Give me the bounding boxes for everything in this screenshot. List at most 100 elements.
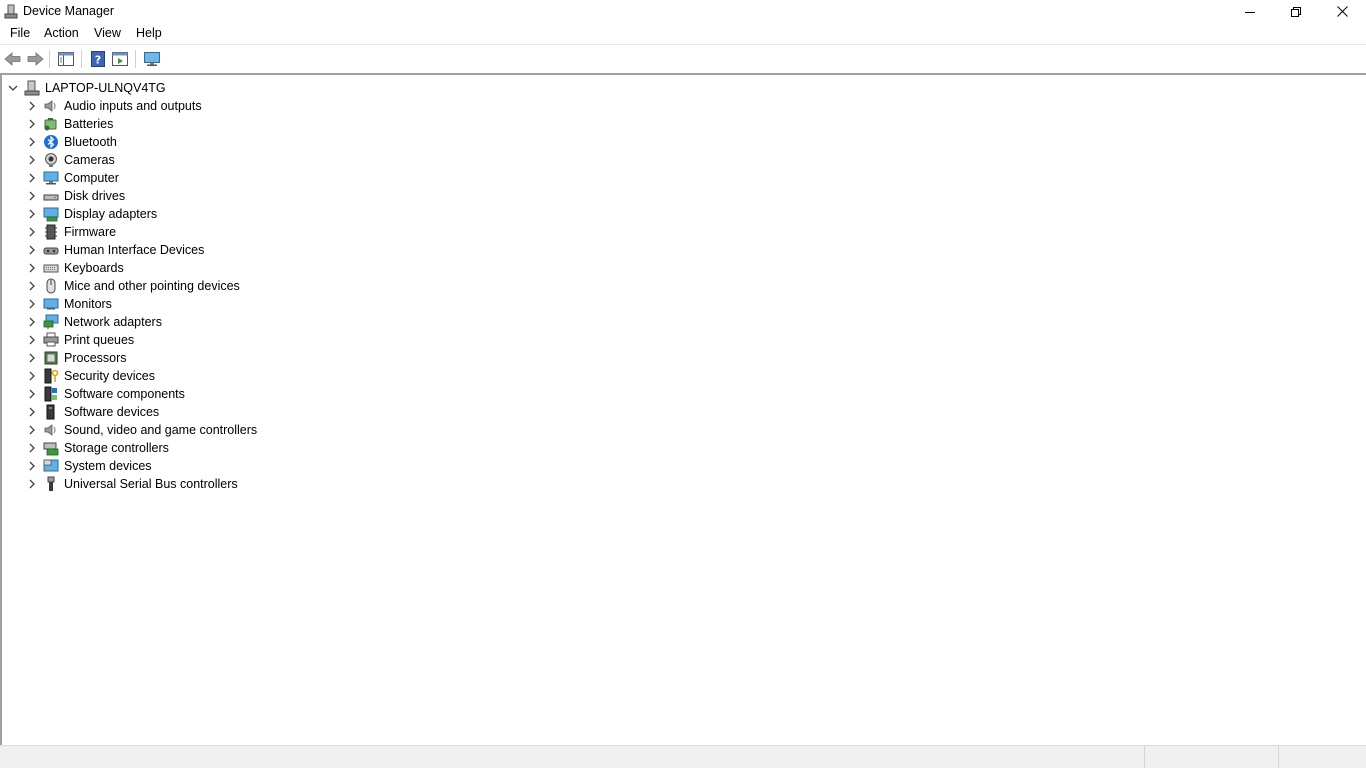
chevron-right-icon[interactable] xyxy=(26,316,38,328)
tree-category-node[interactable]: Computer xyxy=(26,169,119,187)
chevron-right-icon[interactable] xyxy=(26,388,38,400)
computer-icon xyxy=(43,170,59,186)
hid-icon xyxy=(43,242,59,258)
battery-icon xyxy=(43,116,59,132)
chevron-right-icon[interactable] xyxy=(26,460,38,472)
tree-category-node[interactable]: Keyboards xyxy=(26,259,124,277)
bluetooth-icon xyxy=(43,134,59,150)
storage-controller-icon xyxy=(43,440,59,456)
menu-action[interactable]: Action xyxy=(43,26,80,40)
chevron-right-icon[interactable] xyxy=(26,298,38,310)
tree-category-node[interactable]: Print queues xyxy=(26,331,134,349)
tree-category-node[interactable]: Network adapters xyxy=(26,313,162,331)
menu-file[interactable]: File xyxy=(9,26,31,40)
tree-category-node[interactable]: Software devices xyxy=(26,403,159,421)
monitor-icon xyxy=(43,296,59,312)
chevron-right-icon[interactable] xyxy=(26,136,38,148)
keyboard-icon xyxy=(43,260,59,276)
chevron-right-icon[interactable] xyxy=(26,154,38,166)
restore-button[interactable] xyxy=(1273,0,1319,23)
tree-category-node[interactable]: Audio inputs and outputs xyxy=(26,97,202,115)
chevron-right-icon[interactable] xyxy=(26,100,38,112)
tree-category-node[interactable]: Sound, video and game controllers xyxy=(26,421,257,439)
tree-category-label: Print queues xyxy=(64,333,135,347)
chevron-right-icon[interactable] xyxy=(26,406,38,418)
show-hide-console-tree-icon xyxy=(58,52,74,66)
tree-category-node[interactable]: Monitors xyxy=(26,295,112,313)
chevron-right-icon[interactable] xyxy=(26,280,38,292)
tree-category-node[interactable]: Firmware xyxy=(26,223,116,241)
chevron-right-icon[interactable] xyxy=(26,424,38,436)
properties-button[interactable] xyxy=(110,49,130,69)
chevron-right-icon[interactable] xyxy=(26,352,38,364)
chevron-right-icon[interactable] xyxy=(26,334,38,346)
help-button[interactable]: ? xyxy=(88,49,108,69)
tree-category-label: Security devices xyxy=(64,369,156,383)
device-tree: LAPTOP-ULNQV4TG Audio inputs and outputs… xyxy=(0,73,1366,745)
tree-category-node[interactable]: Storage controllers xyxy=(26,439,169,457)
status-separator xyxy=(1144,746,1145,768)
software-component-icon xyxy=(43,386,59,402)
chevron-right-icon[interactable] xyxy=(26,118,38,130)
tree-root-node[interactable]: LAPTOP-ULNQV4TG xyxy=(7,79,166,97)
display-adapter-icon xyxy=(43,206,59,222)
help-icon: ? xyxy=(91,51,105,67)
show-hide-console-tree-button[interactable] xyxy=(56,49,76,69)
tree-category-label: Mice and other pointing devices xyxy=(64,279,240,293)
tree-category-node[interactable]: System devices xyxy=(26,457,152,475)
forward-button[interactable] xyxy=(25,49,45,69)
chevron-right-icon[interactable] xyxy=(26,370,38,382)
chevron-right-icon[interactable] xyxy=(26,226,38,238)
computer-name: LAPTOP-ULNQV4TG xyxy=(45,81,166,95)
forward-arrow-icon xyxy=(27,52,44,66)
chevron-right-icon[interactable] xyxy=(26,244,38,256)
tree-category-node[interactable]: Mice and other pointing devices xyxy=(26,277,240,295)
tree-category-label: Audio inputs and outputs xyxy=(64,99,202,113)
back-arrow-icon xyxy=(4,52,21,66)
minimize-button[interactable] xyxy=(1227,0,1273,23)
network-adapter-icon xyxy=(43,314,59,330)
camera-icon xyxy=(43,152,59,168)
tree-category-node[interactable]: Cameras xyxy=(26,151,115,169)
speaker-icon xyxy=(43,98,59,114)
close-button[interactable] xyxy=(1319,0,1365,23)
toolbar-separator xyxy=(81,50,82,68)
chevron-right-icon[interactable] xyxy=(26,172,38,184)
menu-help[interactable]: Help xyxy=(135,26,163,40)
close-icon xyxy=(1336,6,1348,17)
tree-category-label: Disk drives xyxy=(64,189,126,203)
back-button[interactable] xyxy=(3,49,23,69)
chevron-right-icon[interactable] xyxy=(26,190,38,202)
status-separator xyxy=(1278,746,1279,768)
tree-category-label: Keyboards xyxy=(64,261,124,275)
firmware-icon xyxy=(43,224,59,240)
tree-category-label: Bluetooth xyxy=(64,135,117,149)
tree-category-node[interactable]: Display adapters xyxy=(26,205,157,223)
chevron-down-icon[interactable] xyxy=(7,82,19,94)
tree-category-label: Batteries xyxy=(64,117,114,131)
tree-category-node[interactable]: Batteries xyxy=(26,115,113,133)
scan-hardware-button[interactable] xyxy=(142,49,162,69)
menu-view[interactable]: View xyxy=(93,26,122,40)
tree-category-label: Computer xyxy=(64,171,119,185)
device-manager-app-icon xyxy=(4,4,18,19)
tree-category-label: Universal Serial Bus controllers xyxy=(64,477,238,491)
chevron-right-icon[interactable] xyxy=(26,262,38,274)
tree-category-node[interactable]: Universal Serial Bus controllers xyxy=(26,475,238,493)
tree-category-node[interactable]: Human Interface Devices xyxy=(26,241,204,259)
security-device-icon xyxy=(43,368,59,384)
tree-category-node[interactable]: Disk drives xyxy=(26,187,125,205)
chevron-right-icon[interactable] xyxy=(26,478,38,490)
chevron-right-icon[interactable] xyxy=(26,442,38,454)
usb-icon xyxy=(43,476,59,492)
tree-category-node[interactable]: Software components xyxy=(26,385,185,403)
chevron-right-icon[interactable] xyxy=(26,208,38,220)
tree-category-node[interactable]: Bluetooth xyxy=(26,133,117,151)
tree-category-node[interactable]: Processors xyxy=(26,349,127,367)
window-title: Device Manager xyxy=(23,4,115,18)
monitor-icon xyxy=(144,52,160,66)
restore-icon xyxy=(1291,6,1301,17)
tree-category-label: Processors xyxy=(64,351,127,365)
tree-category-label: Network adapters xyxy=(64,315,162,329)
tree-category-node[interactable]: Security devices xyxy=(26,367,155,385)
